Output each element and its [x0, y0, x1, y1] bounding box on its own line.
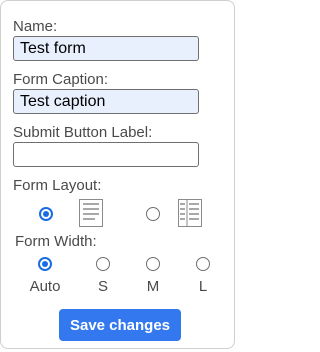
form-layout-label: Form Layout:: [13, 177, 102, 194]
width-option-l-radio[interactable]: [196, 257, 210, 271]
layout-option-single-column-radio[interactable]: [39, 207, 53, 221]
form-caption-label: Form Caption:: [13, 71, 109, 88]
width-option-s-radio[interactable]: [96, 257, 110, 271]
width-option-auto-radio[interactable]: [38, 257, 52, 271]
form-settings-panel: Name: Form Caption: Submit Button Label:…: [0, 0, 235, 349]
layout-option-table-radio[interactable]: [146, 207, 160, 221]
width-option-m-radio[interactable]: [146, 257, 160, 271]
width-option-s-label[interactable]: S: [83, 278, 123, 296]
table-layout-icon[interactable]: [178, 199, 202, 227]
width-option-l-label[interactable]: L: [183, 278, 223, 296]
form-width-label: Form Width:: [15, 233, 97, 250]
submit-button-label-label: Submit Button Label:: [13, 124, 153, 141]
name-input[interactable]: [13, 36, 199, 61]
width-option-m-label[interactable]: M: [133, 278, 173, 296]
form-caption-input[interactable]: [13, 89, 199, 114]
single-column-layout-icon[interactable]: [79, 199, 103, 227]
name-label: Name:: [13, 18, 58, 35]
width-option-auto-label[interactable]: Auto: [25, 278, 65, 296]
submit-button-label-input[interactable]: [13, 142, 199, 167]
save-changes-button[interactable]: Save changes: [59, 309, 181, 341]
